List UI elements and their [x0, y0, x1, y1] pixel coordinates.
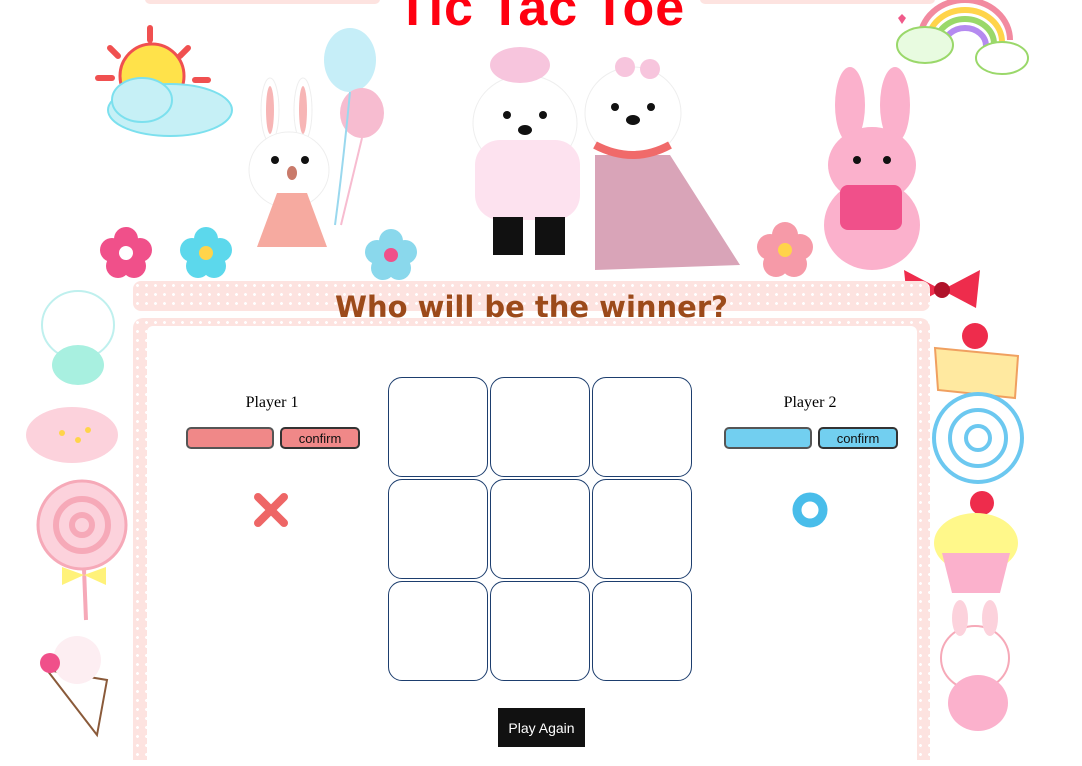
pink-flower-illustration [757, 222, 813, 277]
board-cell-2[interactable] [490, 377, 590, 477]
player-2-name-input[interactable] [724, 427, 812, 449]
player-2-name-row: confirm [724, 427, 898, 449]
board-cell-4[interactable] [388, 479, 488, 579]
game-board [388, 377, 694, 683]
player-1-label: Player 1 [245, 394, 299, 411]
board-cell-6[interactable] [592, 479, 692, 579]
board-cell-7[interactable] [388, 581, 488, 681]
player-1-name-row: confirm [186, 427, 360, 449]
o-ring-icon [792, 492, 828, 528]
bear-couple-illustration [472, 47, 740, 270]
game-scene: Tic Tac Toe Who will be the winner? Play… [0, 0, 1082, 766]
right-sweets-illustration [932, 323, 1024, 731]
left-sweets-illustration [26, 290, 128, 738]
player-2-panel: Player 2 [710, 394, 910, 412]
player-2-confirm-button[interactable]: confirm [818, 427, 898, 449]
player-1-name-input[interactable] [186, 427, 274, 449]
player-2-label: Player 2 [783, 394, 837, 411]
pink-bunny-illustration [824, 67, 920, 270]
player-1-confirm-button[interactable]: confirm [280, 427, 360, 449]
flowers-illustration [100, 227, 417, 280]
sun-cloud-illustration [95, 25, 233, 137]
board-cell-9[interactable] [592, 581, 692, 681]
play-again-button[interactable]: Play Again [498, 708, 585, 747]
rainbow-illustration [896, 0, 1029, 75]
board-cell-3[interactable] [592, 377, 692, 477]
player-1-panel: Player 1 [172, 394, 372, 412]
board-cell-1[interactable] [388, 377, 488, 477]
board-cell-5[interactable] [490, 479, 590, 579]
board-cell-8[interactable] [490, 581, 590, 681]
x-mark-icon [254, 493, 288, 527]
